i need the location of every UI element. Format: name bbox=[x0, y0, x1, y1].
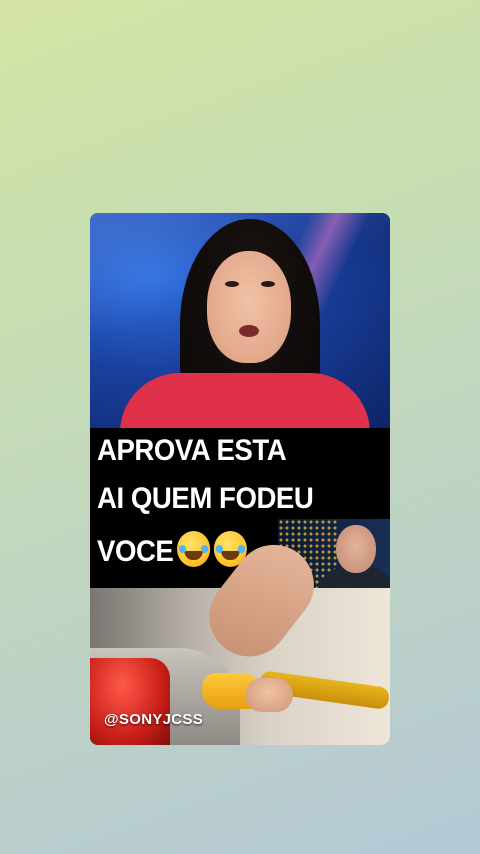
caption-line-3: VOCE bbox=[97, 531, 247, 569]
meme-post-card[interactable]: APROVA ESTA AI QUEM FODEU VOCE @SONYJCSS bbox=[90, 213, 390, 745]
caption-line-1: APROVA ESTA bbox=[97, 434, 287, 467]
caption-line-2: AI QUEM FODEU bbox=[97, 482, 314, 515]
laughing-emoji-icon bbox=[177, 531, 211, 567]
watermark-handle: @SONYJCSS bbox=[104, 711, 204, 728]
news-anchor-image bbox=[90, 213, 390, 443]
caption-line-3-text: VOCE bbox=[97, 535, 174, 568]
